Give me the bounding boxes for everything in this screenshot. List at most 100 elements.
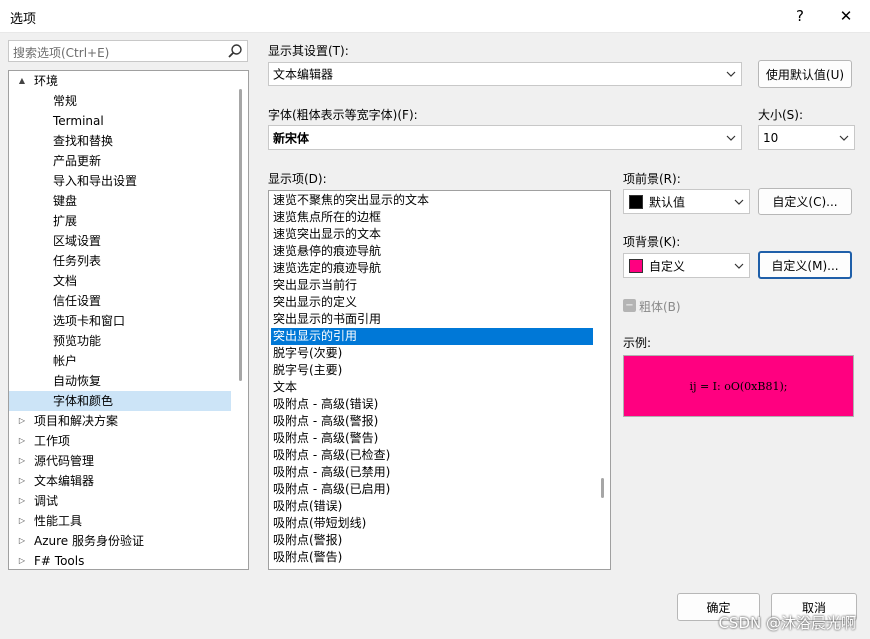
tree-item[interactable]: 查找和替换 bbox=[9, 131, 231, 151]
display-item[interactable]: 吸附点 - 高级(已启用) bbox=[271, 481, 593, 498]
display-item[interactable]: 脱字号(次要) bbox=[271, 345, 593, 362]
display-item[interactable]: 突出显示的书面引用 bbox=[271, 311, 593, 328]
font-value: 新宋体 bbox=[273, 131, 310, 145]
tree-scrollbar[interactable] bbox=[239, 89, 242, 381]
display-item[interactable]: 吸附点(警报) bbox=[271, 532, 593, 549]
tree-item-label: 源代码管理 bbox=[34, 454, 95, 468]
display-item[interactable]: 速览焦点所在的边框 bbox=[271, 209, 593, 226]
collapsed-arrow-icon[interactable]: ▷ bbox=[17, 411, 27, 431]
tree-item[interactable]: ▷ Azure 服务身份验证 bbox=[9, 531, 231, 551]
tree-item[interactable]: 扩展 bbox=[9, 211, 231, 231]
tree-item-label: 性能工具 bbox=[34, 514, 83, 528]
tree-item-label: 帐户 bbox=[53, 354, 78, 368]
foreground-select[interactable]: 默认值 bbox=[623, 189, 750, 214]
tree-item[interactable]: 选项卡和窗口 bbox=[9, 311, 231, 331]
options-tree[interactable]: ▲ 环境常规 Terminal 查找和替换产品更新导入和导出设置 键盘扩展区域设置任务列… bbox=[8, 70, 249, 570]
tree-item-label: 键盘 bbox=[53, 194, 78, 208]
tree-item[interactable]: ▷ F# Tools bbox=[9, 551, 231, 569]
tree-item[interactable]: ▷ 源代码管理 bbox=[9, 451, 231, 471]
list-scrollbar[interactable] bbox=[601, 478, 604, 498]
foreground-label: 项前景(R): bbox=[623, 172, 681, 186]
display-item[interactable]: 速览突出显示的文本 bbox=[271, 226, 593, 243]
tree-item-label: 文档 bbox=[53, 274, 78, 288]
tree-item-label: 调试 bbox=[34, 494, 59, 508]
tree-item[interactable]: 常规 bbox=[9, 91, 231, 111]
close-button[interactable]: ✕ bbox=[824, 0, 868, 32]
display-item[interactable]: 吸附点(带短划线) bbox=[271, 515, 593, 532]
search-input[interactable]: 搜索选项(Ctrl+E) bbox=[13, 44, 109, 61]
display-item[interactable]: 吸附点 - 高级(警告) bbox=[271, 430, 593, 447]
tree-item-label: 文本编辑器 bbox=[34, 474, 95, 488]
help-button[interactable]: ? bbox=[778, 0, 822, 32]
tree-item[interactable]: ▷ 工作项 bbox=[9, 431, 231, 451]
display-item[interactable]: 速览悬停的痕迹导航 bbox=[271, 243, 593, 260]
sample-preview: ij = I: oO(0xB81); bbox=[623, 355, 854, 417]
font-select[interactable]: 新宋体 bbox=[268, 125, 742, 150]
tree-item[interactable]: ▷ 项目和解决方案 bbox=[9, 411, 231, 431]
tree-item[interactable]: Terminal bbox=[9, 111, 231, 131]
sample-text: ij = I: oO(0xB81); bbox=[689, 379, 788, 393]
show-settings-value: 文本编辑器 bbox=[273, 67, 334, 82]
collapsed-arrow-icon[interactable]: ▷ bbox=[17, 511, 27, 531]
tree-item[interactable]: ▷ 调试 bbox=[9, 491, 231, 511]
collapsed-arrow-icon[interactable]: ▷ bbox=[17, 451, 27, 471]
background-select[interactable]: 自定义 bbox=[623, 253, 750, 278]
bold-checkbox[interactable]: − bbox=[623, 299, 636, 312]
watermark: CSDN @沐浴晨光啊 bbox=[718, 614, 856, 632]
tree-item[interactable]: 自动恢复 bbox=[9, 371, 231, 391]
collapsed-arrow-icon[interactable]: ▷ bbox=[17, 471, 27, 491]
display-item[interactable]: 突出显示当前行 bbox=[271, 277, 593, 294]
tree-item[interactable]: ▷ 性能工具 bbox=[9, 511, 231, 531]
tree-item-label: 预览功能 bbox=[53, 334, 102, 348]
tree-item[interactable]: 字体和颜色 bbox=[9, 391, 231, 411]
tree-item[interactable]: 导入和导出设置 bbox=[9, 171, 231, 191]
tree-item-label: 项目和解决方案 bbox=[34, 414, 119, 428]
tree-item[interactable]: 帐户 bbox=[9, 351, 231, 371]
tree-item[interactable]: 任务列表 bbox=[9, 251, 231, 271]
tree-item-label: Azure 服务身份验证 bbox=[34, 534, 144, 548]
tree-item[interactable]: 预览功能 bbox=[9, 331, 231, 351]
tree-item[interactable]: 区域设置 bbox=[9, 231, 231, 251]
search-icon bbox=[228, 44, 242, 58]
display-items-list[interactable]: 速览不聚焦的突出显示的文本 速览焦点所在的边框 速览突出显示的文本 速览悬停的痕迹导航… bbox=[268, 190, 611, 570]
display-item[interactable]: 文本 bbox=[271, 379, 593, 396]
tree-item-label: 区域设置 bbox=[53, 234, 102, 248]
display-item[interactable]: 吸附点 - 高级(已检查) bbox=[271, 447, 593, 464]
display-item[interactable]: 吸附点(警告) bbox=[271, 549, 593, 566]
display-item[interactable]: 脱字号(主要) bbox=[271, 362, 593, 379]
tree-item[interactable]: 键盘 bbox=[9, 191, 231, 211]
display-item[interactable]: 吸附点 - 高级(已禁用) bbox=[271, 464, 593, 481]
display-item[interactable]: 速览选定的痕迹导航 bbox=[271, 260, 593, 277]
display-item[interactable]: 吸附点 - 高级(错误) bbox=[271, 396, 593, 413]
show-settings-select[interactable]: 文本编辑器 bbox=[268, 62, 742, 86]
tree-item-label: 环境 bbox=[34, 74, 59, 88]
background-custom-button[interactable]: 自定义(M)... bbox=[758, 251, 852, 279]
tree-item[interactable]: 文档 bbox=[9, 271, 231, 291]
tree-item[interactable]: 产品更新 bbox=[9, 151, 231, 171]
display-item[interactable]: 速览不聚焦的突出显示的文本 bbox=[271, 192, 593, 209]
tree-item-label: 信任设置 bbox=[53, 294, 102, 308]
tree-item[interactable]: ▷ 文本编辑器 bbox=[9, 471, 231, 491]
display-item[interactable]: 突出显示的引用 bbox=[271, 328, 593, 345]
tree-item[interactable]: 信任设置 bbox=[9, 291, 231, 311]
search-box[interactable]: 搜索选项(Ctrl+E) bbox=[8, 40, 248, 62]
tree-item-label: 产品更新 bbox=[53, 154, 102, 168]
display-item[interactable]: 吸附点 - 高级(警报) bbox=[271, 413, 593, 430]
collapsed-arrow-icon[interactable]: ▷ bbox=[17, 531, 27, 551]
collapsed-arrow-icon[interactable]: ▷ bbox=[17, 491, 27, 511]
tree-item[interactable]: ▲ 环境 bbox=[9, 71, 231, 91]
expanded-arrow-icon[interactable]: ▲ bbox=[17, 71, 27, 91]
collapsed-arrow-icon[interactable]: ▷ bbox=[17, 431, 27, 451]
sample-label: 示例: bbox=[623, 336, 652, 350]
foreground-custom-button[interactable]: 自定义(C)... bbox=[758, 188, 852, 215]
collapsed-arrow-icon[interactable]: ▷ bbox=[17, 551, 27, 569]
tree-item-label: 导入和导出设置 bbox=[53, 174, 138, 188]
tree-item-label: F# Tools bbox=[34, 554, 85, 568]
display-item[interactable]: 吸附点(错误) bbox=[271, 498, 593, 515]
size-select[interactable]: 10 bbox=[758, 125, 855, 150]
chevron-down-icon bbox=[726, 135, 736, 141]
use-defaults-button[interactable]: 使用默认值(U) bbox=[758, 60, 852, 88]
size-label: 大小(S): bbox=[758, 108, 804, 122]
foreground-swatch bbox=[629, 194, 643, 209]
display-item[interactable]: 突出显示的定义 bbox=[271, 294, 593, 311]
